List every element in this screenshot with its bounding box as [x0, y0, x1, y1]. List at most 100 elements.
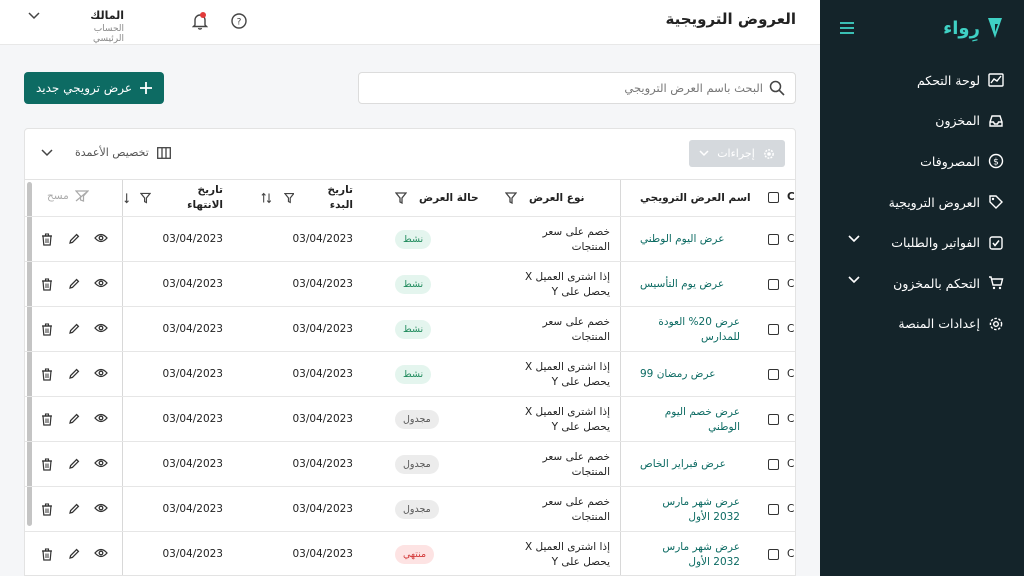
row-checkbox[interactable] [768, 414, 779, 425]
actions-label: إجراءات [717, 147, 755, 160]
edit-pencil-icon[interactable] [68, 548, 80, 560]
offer-type: إذا اشترى العميل X يحصل على Y [525, 360, 610, 388]
col-header-type[interactable]: نوع العرض [505, 180, 610, 216]
view-eye-icon[interactable] [94, 233, 108, 243]
sidebar-item-inventory-control[interactable]: التحكم بالمخزون [820, 263, 1024, 304]
sidebar-item-platform-settings[interactable]: إعدادات المنصة [820, 304, 1024, 345]
menu-toggle-icon[interactable] [840, 22, 854, 34]
clear-filters-button[interactable]: مسح [47, 190, 89, 202]
offer-name-link[interactable]: عرض يوم التأسيس [640, 262, 740, 307]
tag-icon [989, 195, 1003, 210]
offer-name-link[interactable]: عرض اليوم الوطني [640, 217, 740, 262]
select-all-checkbox[interactable] [768, 192, 779, 203]
col-header-status[interactable]: حالة العرض [395, 180, 481, 216]
sidebar-item-dashboard[interactable]: لوحة التحكم [820, 60, 1024, 101]
edit-pencil-icon[interactable] [68, 233, 80, 245]
search-input[interactable] [367, 73, 763, 103]
clipped-cell: Cl [787, 413, 795, 425]
status-cell: نشط [395, 307, 475, 352]
edit-pencil-icon[interactable] [68, 413, 80, 425]
view-eye-icon[interactable] [94, 368, 108, 378]
status-cell: نشط [395, 262, 475, 307]
delete-trash-icon[interactable] [41, 413, 53, 426]
filter-clear-icon [74, 190, 89, 202]
page-title: العروض الترويجية [665, 10, 796, 28]
customize-columns-control[interactable]: تخصيص الأعمدة [41, 146, 171, 159]
clipped-cell: Cl [787, 368, 795, 380]
offer-name-link[interactable]: عرض 20% العودة للمدارس [640, 307, 740, 352]
offer-type: إذا اشترى العميل X يحصل على Y [525, 405, 610, 433]
row-checkbox[interactable] [768, 549, 779, 560]
filter-icon[interactable] [140, 192, 152, 204]
row-checkbox[interactable] [768, 504, 779, 515]
row-checkbox[interactable] [768, 459, 779, 470]
offer-name-link[interactable]: عرض فبراير الخاص [640, 442, 740, 487]
notifications-bell-icon[interactable] [192, 12, 208, 30]
filter-icon[interactable] [283, 192, 295, 204]
offer-name-link[interactable]: عرض خصم اليوم الوطني [640, 397, 740, 442]
table-row: Cl عرض شهر مارس 2032 الأول خصم على سعر الم… [25, 487, 795, 532]
delete-trash-icon[interactable] [41, 278, 53, 291]
offer-name-link[interactable]: عرض شهر مارس 2032 الأول [640, 487, 740, 532]
filter-icon[interactable] [505, 192, 517, 204]
filter-icon[interactable] [395, 192, 407, 204]
col-header-end-date[interactable]: تاريخ الانتهاء [123, 180, 223, 216]
row-checkbox[interactable] [768, 324, 779, 335]
edit-pencil-icon[interactable] [68, 368, 80, 380]
start-date: 03/04/2023 [292, 368, 353, 380]
actions-button[interactable]: إجراءات [689, 140, 785, 167]
add-promotion-button[interactable]: عرض ترويجي جديد [24, 72, 164, 104]
view-eye-icon[interactable] [94, 548, 108, 558]
sidebar: رِواء لوحة التحكم المخزون المصروفات $ ال… [820, 0, 1024, 576]
delete-trash-icon[interactable] [41, 323, 53, 336]
delete-trash-icon[interactable] [41, 548, 53, 561]
row-checkbox[interactable] [768, 234, 779, 245]
chart-line-icon [988, 73, 1004, 87]
user-name: المالك [90, 9, 124, 22]
col-header-status-label: حالة العرض [419, 191, 479, 204]
delete-trash-icon[interactable] [41, 368, 53, 381]
brand-logo[interactable]: رِواء [943, 16, 1004, 40]
view-eye-icon[interactable] [94, 278, 108, 288]
edit-pencil-icon[interactable] [68, 503, 80, 515]
sidebar-item-label: العروض الترويجية [888, 194, 980, 210]
clipped-cell: Cl [787, 323, 795, 335]
status-cell: مجدول [395, 442, 475, 487]
col-header-end-label: تاريخ الانتهاء [187, 184, 223, 211]
sidebar-item-inventory[interactable]: المخزون [820, 101, 1024, 142]
edit-pencil-icon[interactable] [68, 458, 80, 470]
row-checkbox[interactable] [768, 369, 779, 380]
col-header-name[interactable]: اسم العرض الترويجي [640, 180, 770, 216]
clipped-cell: Cl [787, 548, 795, 560]
help-icon[interactable]: ? [231, 13, 247, 29]
view-eye-icon[interactable] [94, 413, 108, 423]
sidebar-item-label: التحكم بالمخزون [893, 275, 980, 291]
delete-trash-icon[interactable] [41, 503, 53, 516]
sort-icon[interactable] [261, 192, 272, 204]
view-eye-icon[interactable] [94, 458, 108, 468]
table-row: Cl عرض خصم اليوم الوطني إذا اشترى العميل X… [25, 397, 795, 442]
col-header-start-date[interactable]: تاريخ البدء [261, 180, 353, 216]
sidebar-item-label: المصروفات [920, 153, 980, 169]
clipped-cell: Cl [787, 458, 795, 470]
view-eye-icon[interactable] [94, 503, 108, 513]
sidebar-item-invoices-orders[interactable]: الفواتير والطلبات [820, 222, 1024, 263]
offer-type: إذا اشترى العميل X يحصل على Y [525, 540, 610, 568]
chevron-down-icon[interactable] [28, 12, 40, 20]
edit-pencil-icon[interactable] [68, 323, 80, 335]
promotions-table-panel: إجراءات تخصيص الأعمدة اسم العرض الترويجي… [24, 128, 796, 576]
edit-pencil-icon[interactable] [68, 278, 80, 290]
clipped-cell: Cl [787, 278, 795, 290]
add-promotion-label: عرض ترويجي جديد [35, 81, 133, 95]
offer-name-link[interactable]: عرض شهر مارس 2032 الأول [640, 532, 740, 575]
sidebar-item-expenses[interactable]: المصروفات $ [820, 141, 1024, 182]
delete-trash-icon[interactable] [41, 458, 53, 471]
status-badge: مجدول [395, 410, 439, 429]
offer-name-link[interactable]: عرض رمضان 99 [640, 352, 740, 397]
sort-icon[interactable] [123, 192, 130, 204]
view-eye-icon[interactable] [94, 323, 108, 333]
row-checkbox[interactable] [768, 279, 779, 290]
delete-trash-icon[interactable] [41, 233, 53, 246]
sidebar-item-promotions[interactable]: العروض الترويجية [820, 182, 1024, 223]
user-menu[interactable]: المالك الحساب الرئيسي [66, 9, 124, 44]
